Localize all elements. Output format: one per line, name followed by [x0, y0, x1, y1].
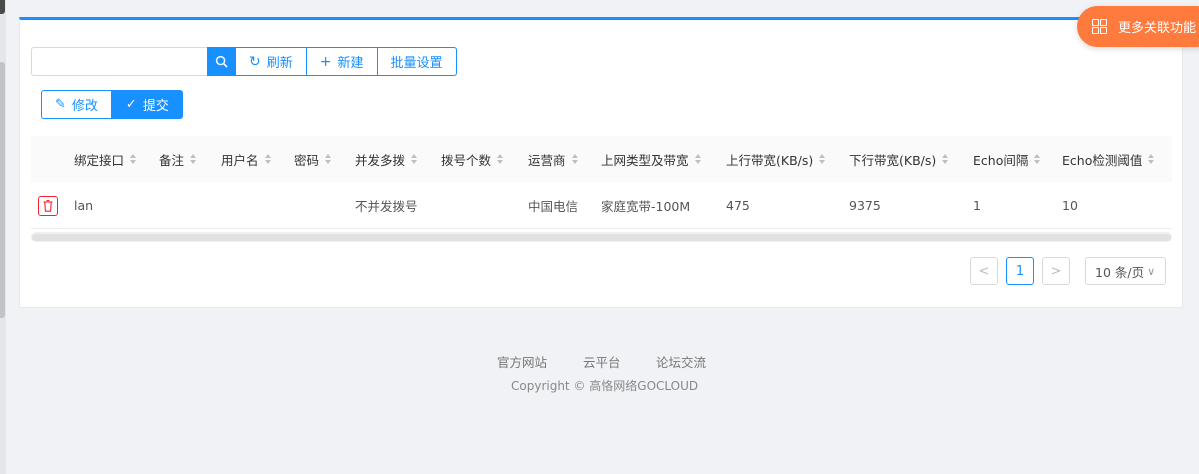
- delete-button[interactable]: [38, 196, 58, 216]
- column-header-concurrent[interactable]: 并发多拨: [355, 136, 418, 182]
- refresh-label: 刷新: [266, 56, 293, 71]
- edit-button[interactable]: ✎ 修改: [41, 90, 112, 119]
- sort-icon[interactable]: [571, 154, 578, 164]
- more-features-label: 更多关联功能: [1118, 21, 1197, 36]
- column-header-username[interactable]: 用户名: [221, 136, 271, 182]
- top-scroll-thumb[interactable]: [0, 0, 5, 14]
- sort-icon[interactable]: [1034, 154, 1041, 164]
- footer-link-cloud-platform[interactable]: 云平台: [583, 352, 621, 371]
- chevron-left-icon: <: [978, 263, 990, 279]
- search-button[interactable]: [207, 47, 236, 76]
- batch-settings-button[interactable]: 批量设置: [377, 47, 457, 76]
- edit-label: 修改: [71, 99, 98, 114]
- horizontal-scrollbar-thumb[interactable]: [32, 234, 1171, 241]
- page-number: 1: [1015, 263, 1025, 279]
- sort-icon[interactable]: [264, 154, 271, 164]
- footer-link-official-site[interactable]: 官方网站: [497, 352, 547, 371]
- cell-net-type: 家庭宽带-100M: [601, 198, 691, 214]
- column-header-isp[interactable]: 运营商: [528, 136, 578, 182]
- check-icon: ✓: [125, 97, 137, 112]
- sort-icon[interactable]: [694, 154, 701, 164]
- cell-up-bandwidth: 475: [726, 197, 750, 213]
- chevron-right-icon: >: [1050, 263, 1062, 279]
- new-label: 新建: [337, 56, 364, 71]
- sort-icon[interactable]: [130, 154, 137, 164]
- cell-down-bandwidth: 9375: [849, 197, 881, 213]
- column-label: Echo检测阈值: [1062, 152, 1143, 168]
- sort-icon[interactable]: [497, 154, 504, 164]
- grid-icon: [1092, 18, 1108, 35]
- column-label: Echo间隔: [973, 152, 1029, 168]
- cell-interface: lan: [74, 197, 94, 213]
- sort-icon[interactable]: [325, 154, 332, 164]
- sort-icon[interactable]: [1148, 154, 1155, 164]
- column-header-echo-threshold[interactable]: Echo检测阈值: [1062, 136, 1155, 182]
- page-size-select[interactable]: 10 条/页 ∨: [1085, 257, 1166, 285]
- search-icon: [215, 55, 228, 68]
- column-header-password[interactable]: 密码: [294, 136, 332, 182]
- content-card: ↻ 刷新 + 新建 批量设置 ✎ 修改 ✓ 提交 绑定接口 备注 用户名 密码 …: [19, 17, 1183, 308]
- column-header-down-bandwidth[interactable]: 下行带宽(KB/s): [849, 136, 949, 182]
- column-header-interface[interactable]: 绑定接口: [74, 136, 137, 182]
- refresh-icon: ↻: [249, 53, 261, 70]
- table-row[interactable]: lan 不并发拨号 中国电信 家庭宽带-100M 475 9375 1 10: [31, 182, 1172, 229]
- column-label: 拨号个数: [441, 152, 492, 168]
- cell-echo-threshold: 10: [1062, 197, 1078, 213]
- submit-label: 提交: [142, 99, 169, 114]
- copyright: Copyright © 高恪网络GOCLOUD: [511, 379, 699, 393]
- search-input[interactable]: [31, 47, 207, 76]
- more-features-button[interactable]: 更多关联功能: [1077, 6, 1199, 47]
- horizontal-scrollbar[interactable]: [31, 232, 1172, 242]
- column-header-echo-interval[interactable]: Echo间隔: [973, 136, 1041, 182]
- footer-links: 官方网站 云平台 论坛交流: [0, 352, 1199, 371]
- footer-link-forum[interactable]: 论坛交流: [656, 352, 706, 371]
- column-label: 并发多拨: [355, 152, 406, 168]
- action-buttons: ✎ 修改 ✓ 提交: [41, 90, 183, 119]
- page-size-label: 10 条/页: [1095, 264, 1145, 280]
- column-header-remark[interactable]: 备注: [159, 136, 197, 182]
- left-scroll-gutter: [0, 0, 6, 474]
- column-label: 绑定接口: [74, 152, 125, 168]
- cell-isp: 中国电信: [528, 198, 579, 214]
- sort-icon[interactable]: [411, 154, 418, 164]
- cell-concurrent: 不并发拨号: [355, 198, 418, 214]
- plus-icon: +: [319, 53, 332, 70]
- prev-page-button[interactable]: <: [970, 257, 998, 285]
- toolbar: ↻ 刷新 + 新建 批量设置: [31, 47, 457, 76]
- column-header-dial-count[interactable]: 拨号个数: [441, 136, 504, 182]
- edit-icon: ✎: [55, 97, 66, 112]
- cell-echo-interval: 1: [973, 197, 981, 213]
- batch-settings-label: 批量设置: [390, 56, 443, 71]
- column-label: 用户名: [221, 152, 259, 168]
- sort-icon[interactable]: [942, 154, 949, 164]
- column-label: 上行带宽(KB/s): [726, 152, 814, 168]
- sort-icon[interactable]: [819, 154, 826, 164]
- vertical-scrollbar-thumb[interactable]: [0, 62, 5, 318]
- refresh-button[interactable]: ↻ 刷新: [236, 47, 307, 76]
- table-header: 绑定接口 备注 用户名 密码 并发多拨 拨号个数 运营商 上网类型及带宽 上行带…: [31, 136, 1172, 183]
- column-header-net-type[interactable]: 上网类型及带宽: [601, 136, 701, 182]
- chevron-down-icon: ∨: [1147, 264, 1156, 278]
- next-page-button[interactable]: >: [1042, 257, 1070, 285]
- submit-button[interactable]: ✓ 提交: [111, 90, 183, 119]
- page-1-button[interactable]: 1: [1006, 257, 1034, 285]
- column-label: 运营商: [528, 152, 566, 168]
- column-label: 下行带宽(KB/s): [849, 152, 937, 168]
- column-label: 备注: [159, 152, 185, 168]
- column-label: 上网类型及带宽: [601, 152, 689, 168]
- new-button[interactable]: + 新建: [306, 47, 378, 76]
- column-header-up-bandwidth[interactable]: 上行带宽(KB/s): [726, 136, 826, 182]
- column-label: 密码: [294, 152, 320, 168]
- sort-icon[interactable]: [190, 154, 197, 164]
- trash-icon: [43, 200, 53, 212]
